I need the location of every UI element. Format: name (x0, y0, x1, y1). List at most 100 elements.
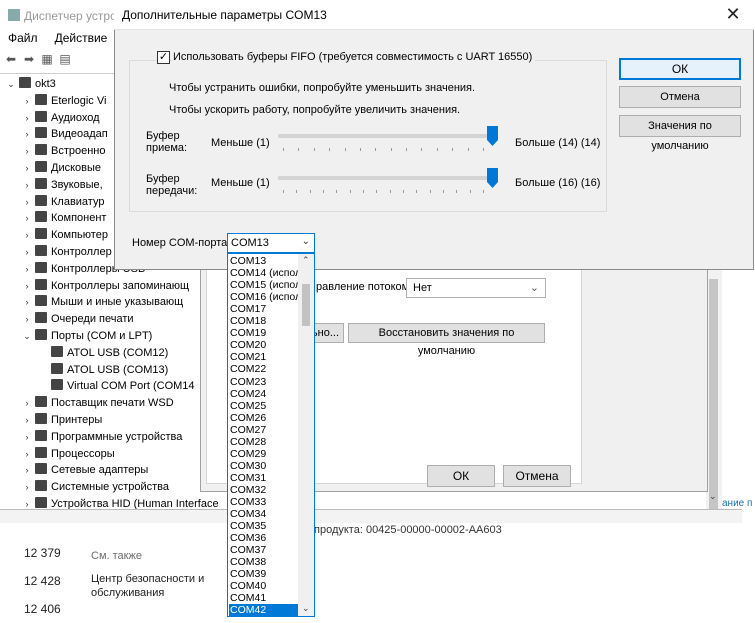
com-port-option[interactable]: COM40 (230, 580, 300, 592)
chevron-right-icon[interactable]: › (22, 446, 32, 463)
com-port-option[interactable]: COM18 (230, 315, 300, 327)
tree-item[interactable]: › Звуковые, (22, 177, 103, 194)
chevron-right-icon[interactable]: › (22, 227, 32, 244)
close-icon[interactable]: ✕ (713, 0, 753, 28)
com-port-option[interactable]: COM24 (230, 388, 300, 400)
receive-buffer-track[interactable] (278, 134, 498, 138)
chevron-right-icon[interactable]: › (22, 126, 32, 143)
com-port-option[interactable]: COM22 (230, 363, 300, 375)
chevron-right-icon[interactable]: › (22, 261, 32, 278)
chevron-right-icon[interactable]: › (22, 143, 32, 160)
dropdown-scrollbar[interactable]: ⌃ ⌄ (298, 254, 314, 616)
chevron-down-icon[interactable]: ⌄ (6, 76, 16, 93)
com-port-option[interactable]: COM39 (230, 568, 300, 580)
chevron-right-icon[interactable]: › (22, 479, 32, 496)
cancel-button[interactable]: Отмена (619, 86, 741, 108)
chevron-right-icon[interactable]: › (22, 160, 32, 177)
tree-item[interactable]: › Eterlogic Vi (22, 93, 106, 110)
fifo-checkbox[interactable]: ✓ (157, 51, 170, 64)
chevron-right-icon[interactable]: › (22, 177, 32, 194)
flow-control-select[interactable]: Нет ⌄ (406, 278, 546, 298)
horizontal-scrollbar[interactable] (0, 509, 742, 523)
tree-item[interactable]: › Очереди печати (22, 311, 134, 328)
chevron-right-icon[interactable]: › (22, 429, 32, 446)
com-port-option[interactable]: COM20 (230, 339, 300, 351)
tree-item[interactable]: › Мыши и иные указывающ (22, 294, 183, 311)
com-port-option[interactable]: COM19 (230, 327, 300, 339)
tree-item[interactable]: › Контроллер (22, 244, 112, 261)
tree-item[interactable]: › Компьютер (22, 227, 108, 244)
menu-action[interactable]: Действие (55, 31, 108, 45)
com-port-option[interactable]: COM42 (229, 604, 299, 616)
tree-item[interactable]: ATOL USB (COM13) (38, 362, 168, 379)
com-port-option[interactable]: COM15 (испол (230, 279, 300, 291)
chevron-right-icon[interactable]: › (22, 93, 32, 110)
port-cancel-button[interactable]: Отмена (503, 465, 571, 487)
tree-item[interactable]: Virtual COM Port (COM14 (38, 378, 195, 395)
com-port-combobox[interactable]: COM13 ⌄ (227, 233, 315, 253)
chevron-right-icon[interactable]: › (22, 311, 32, 328)
com-port-option[interactable]: COM25 (230, 400, 300, 412)
ok-button[interactable]: ОК (619, 58, 741, 80)
restore-defaults-button[interactable]: Восстановить значения по умолчанию (348, 323, 545, 357)
com-port-option[interactable]: COM28 (230, 436, 300, 448)
chevron-right-icon[interactable]: › (22, 244, 32, 261)
transmit-buffer-track[interactable] (278, 176, 498, 180)
tree-item[interactable]: › Сетевые адаптеры (22, 462, 148, 479)
com-port-option[interactable]: COM34 (230, 508, 300, 520)
menu-file[interactable]: Файл (8, 31, 38, 45)
chevron-right-icon[interactable]: › (22, 278, 32, 295)
com-port-option[interactable]: COM13 (230, 255, 300, 267)
tree-item[interactable]: › Принтеры (22, 412, 102, 429)
com-port-option[interactable]: COM41 (230, 592, 300, 604)
chevron-right-icon[interactable]: › (22, 110, 32, 127)
properties-icon[interactable]: ▦ (40, 52, 54, 66)
tree-item[interactable]: ATOL USB (COM12) (38, 345, 168, 362)
back-arrow-icon[interactable]: ⬅ (4, 52, 18, 66)
tree-item[interactable]: ⌄ Порты (COM и LPT) (22, 328, 152, 345)
com-port-option[interactable]: COM37 (230, 544, 300, 556)
chevron-up-icon[interactable]: ⌃ (302, 255, 310, 266)
tree-item[interactable]: › Процессоры (22, 446, 115, 463)
com-port-option[interactable]: COM38 (230, 556, 300, 568)
chevron-right-icon[interactable]: › (22, 210, 32, 227)
com-port-option[interactable]: COM21 (230, 351, 300, 363)
tree-item[interactable]: › Программные устройства (22, 429, 182, 446)
com-port-option[interactable]: COM35 (230, 520, 300, 532)
com-port-option[interactable]: COM29 (230, 448, 300, 460)
com-port-option[interactable]: COM16 (испол (230, 291, 300, 303)
chevron-right-icon[interactable]: › (22, 462, 32, 479)
com-port-option[interactable]: COM32 (230, 484, 300, 496)
tree-item[interactable]: › Контроллеры запоминающ (22, 278, 189, 295)
chevron-right-icon[interactable]: › (22, 395, 32, 412)
tree-item[interactable]: › Встроенно (22, 143, 106, 160)
port-ok-button[interactable]: ОК (427, 465, 495, 487)
tree-item[interactable]: › Компонент (22, 210, 106, 227)
tree-item[interactable]: ⌄ okt3 (6, 76, 56, 93)
tree-item[interactable]: › Видеоадап (22, 126, 108, 143)
dropdown-scrollbar-thumb[interactable] (302, 284, 310, 326)
com-port-option[interactable]: COM17 (230, 303, 300, 315)
com-port-option[interactable]: COM36 (230, 532, 300, 544)
scroll-down-icon[interactable]: ⌄ (709, 491, 717, 502)
scrollbar-thumb[interactable] (709, 279, 718, 519)
tree-item[interactable]: › Поставщик печати WSD (22, 395, 174, 412)
com-port-option[interactable]: COM26 (230, 412, 300, 424)
tree-item[interactable]: › Аудиоход (22, 110, 100, 127)
chevron-down-icon[interactable]: ⌄ (302, 603, 310, 614)
com-port-option[interactable]: COM30 (230, 460, 300, 472)
tree-item[interactable]: › Системные устройства (22, 479, 169, 496)
tree-item[interactable]: › Клавиатур (22, 194, 104, 211)
chevron-right-icon[interactable]: › (22, 412, 32, 429)
forward-arrow-icon[interactable]: ➡ (22, 52, 36, 66)
chevron-down-icon[interactable]: ⌄ (22, 328, 32, 345)
com-port-option[interactable]: COM14 (испол (230, 267, 300, 279)
chevron-right-icon[interactable]: › (22, 294, 32, 311)
security-center-link[interactable]: Центр безопасности и обслуживания (91, 572, 221, 600)
chevron-right-icon[interactable]: › (22, 194, 32, 211)
tree-item[interactable]: › Дисковые (22, 160, 101, 177)
com-port-option[interactable]: COM31 (230, 472, 300, 484)
defaults-button[interactable]: Значения по умолчанию (619, 115, 741, 152)
com-port-option[interactable]: COM23 (230, 376, 300, 388)
com-port-option[interactable]: COM33 (230, 496, 300, 508)
